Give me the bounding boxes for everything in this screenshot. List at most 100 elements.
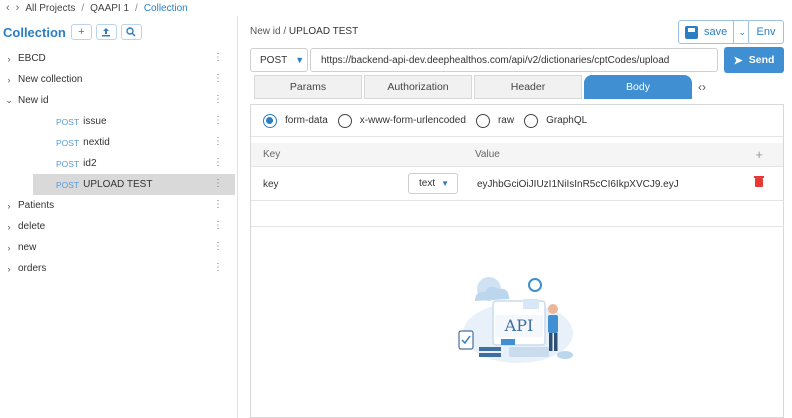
breadcrumb-project[interactable]: QAAPI 1 bbox=[90, 3, 129, 14]
send-icon: ➤ bbox=[733, 54, 743, 67]
radio-x-www-form-urlencoded[interactable]: x-www-form-urlencoded bbox=[337, 113, 466, 128]
tree-item-label: Patients bbox=[18, 200, 55, 211]
radio-form-data[interactable]: form-data bbox=[263, 113, 328, 128]
radio-label: raw bbox=[497, 115, 515, 126]
tab-scroll-arrows-icon[interactable]: ‹› bbox=[698, 80, 706, 94]
tree-item-label: EBCD bbox=[18, 53, 46, 64]
tab-header[interactable]: Header bbox=[474, 75, 582, 99]
row-value-field[interactable]: eyJhbGciOiJIUzI1NiIsInR5cCI6IkpXVCJ9.eyJ bbox=[477, 179, 679, 190]
save-button[interactable]: save bbox=[679, 21, 735, 43]
request-label: UPLOAD TEST bbox=[83, 179, 153, 190]
tree-request-upload-test[interactable]: POST UPLOAD TEST ⋮ bbox=[33, 174, 235, 195]
table-row: key text ▼ eyJhbGciOiJIUzI1NiIsInR5cCI6I… bbox=[251, 167, 783, 201]
empty-row bbox=[251, 217, 783, 227]
back-arrow-icon[interactable]: ‹ bbox=[6, 2, 10, 14]
chevron-right-icon[interactable]: › bbox=[3, 54, 15, 64]
collection-tree: › EBCD ⋮ › New collection ⋮ ⌄ New id ⋮ P… bbox=[0, 48, 237, 279]
url-input[interactable]: https://backend-api-dev.deephealthos.com… bbox=[310, 48, 718, 72]
request-tabs: Params Authorization Header Body ‹› bbox=[254, 75, 706, 99]
chevron-right-icon[interactable]: › bbox=[3, 75, 15, 85]
chevron-down-icon[interactable]: ⌄ bbox=[3, 95, 15, 106]
tree-item-ebcd[interactable]: › EBCD ⋮ bbox=[0, 48, 237, 69]
save-button-group: save ⌄ bbox=[678, 20, 752, 44]
kebab-menu-icon[interactable]: ⋮ bbox=[213, 94, 223, 105]
radio-label: form-data bbox=[285, 115, 328, 126]
kebab-menu-icon[interactable]: ⋮ bbox=[213, 262, 223, 273]
chevron-down-icon: ⌄ bbox=[738, 26, 747, 37]
sidebar-title: Collection bbox=[3, 24, 66, 40]
chevron-right-icon[interactable]: › bbox=[3, 264, 15, 274]
tree-item-new-collection[interactable]: › New collection ⋮ bbox=[0, 69, 237, 90]
import-button[interactable] bbox=[95, 24, 117, 40]
key-column-header: Key bbox=[263, 149, 281, 160]
request-label: id2 bbox=[83, 158, 97, 169]
tree-item-orders[interactable]: › orders ⋮ bbox=[0, 258, 237, 279]
forward-arrow-icon[interactable]: › bbox=[16, 2, 20, 14]
request-label: issue bbox=[83, 116, 107, 127]
radio-graphql[interactable]: GraphQL bbox=[524, 113, 588, 128]
breadcrumb-all-projects[interactable]: All Projects bbox=[25, 3, 75, 14]
tree-item-label: delete bbox=[18, 221, 46, 232]
add-collection-button[interactable]: + bbox=[70, 24, 92, 40]
api-illustration-label: API bbox=[504, 316, 534, 335]
request-label: nextid bbox=[83, 137, 110, 148]
tree-item-delete[interactable]: › delete ⋮ bbox=[0, 216, 237, 237]
tab-body[interactable]: Body bbox=[584, 75, 692, 99]
tree-item-new-id[interactable]: ⌄ New id ⋮ bbox=[0, 90, 237, 111]
kebab-menu-icon[interactable]: ⋮ bbox=[213, 241, 223, 252]
tab-authorization[interactable]: Authorization bbox=[364, 75, 472, 99]
send-button[interactable]: ➤ Send bbox=[724, 47, 784, 73]
tree-item-new[interactable]: › new ⋮ bbox=[0, 237, 237, 258]
chevron-right-icon[interactable]: › bbox=[3, 243, 15, 253]
row-type-value: text bbox=[419, 178, 436, 189]
chevron-right-icon[interactable]: › bbox=[3, 201, 15, 211]
method-select[interactable]: POST ▼ bbox=[250, 48, 308, 72]
trash-icon[interactable] bbox=[754, 176, 764, 187]
tree-request-nextid[interactable]: POST nextid ⋮ bbox=[0, 132, 237, 153]
method-badge: POST bbox=[56, 137, 80, 148]
tree-item-patients[interactable]: › Patients ⋮ bbox=[0, 195, 237, 216]
breadcrumb-collection[interactable]: Collection bbox=[144, 3, 188, 14]
kebab-menu-icon[interactable]: ⋮ bbox=[213, 52, 223, 63]
kebab-menu-icon[interactable]: ⋮ bbox=[213, 199, 223, 210]
add-row-icon[interactable]: + bbox=[755, 147, 763, 162]
kebab-menu-icon[interactable]: ⋮ bbox=[213, 115, 223, 126]
method-value: POST bbox=[260, 54, 288, 66]
tree-item-label: New id bbox=[18, 95, 49, 106]
kebab-menu-icon[interactable]: ⋮ bbox=[213, 136, 223, 147]
value-column-header: Value bbox=[475, 149, 500, 160]
search-icon bbox=[126, 27, 136, 37]
radio-raw[interactable]: raw bbox=[475, 113, 515, 128]
radio-label: GraphQL bbox=[546, 115, 588, 126]
request-breadcrumb-parent[interactable]: New id bbox=[250, 26, 281, 37]
chevron-right-icon[interactable]: › bbox=[3, 222, 15, 232]
tree-request-issue[interactable]: POST issue ⋮ bbox=[0, 111, 237, 132]
radio-circle-icon bbox=[263, 113, 277, 128]
kebab-menu-icon[interactable]: ⋮ bbox=[213, 220, 223, 231]
tree-request-id2[interactable]: POST id2 ⋮ bbox=[0, 153, 237, 174]
tree-item-label: orders bbox=[18, 263, 47, 274]
method-badge: POST bbox=[56, 116, 80, 127]
method-badge: POST bbox=[56, 158, 80, 169]
body-type-options: form-data x-www-form-urlencoded raw Grap… bbox=[251, 105, 783, 137]
upload-icon bbox=[102, 28, 111, 37]
plus-icon: + bbox=[78, 26, 85, 38]
sidebar-header: Collection + bbox=[0, 16, 237, 48]
tab-params[interactable]: Params bbox=[254, 75, 362, 99]
kebab-menu-icon[interactable]: ⋮ bbox=[213, 178, 223, 189]
send-label: Send bbox=[748, 54, 775, 66]
caret-down-icon: ▼ bbox=[295, 55, 305, 65]
tree-item-label: New collection bbox=[18, 74, 83, 85]
radio-circle-icon bbox=[337, 113, 352, 128]
kebab-menu-icon[interactable]: ⋮ bbox=[213, 73, 223, 84]
request-breadcrumb-current: UPLOAD TEST bbox=[288, 26, 359, 37]
body-panel: form-data x-www-form-urlencoded raw Grap… bbox=[250, 104, 784, 418]
save-label: save bbox=[704, 26, 728, 38]
search-button[interactable] bbox=[120, 24, 142, 40]
kebab-menu-icon[interactable]: ⋮ bbox=[213, 157, 223, 168]
environment-button[interactable]: Env bbox=[748, 20, 784, 44]
row-type-select[interactable]: text ▼ bbox=[408, 173, 458, 194]
url-value: https://backend-api-dev.deephealthos.com… bbox=[321, 54, 670, 66]
row-key-field[interactable]: key bbox=[263, 179, 279, 190]
breadcrumb-separator: / bbox=[135, 2, 138, 14]
